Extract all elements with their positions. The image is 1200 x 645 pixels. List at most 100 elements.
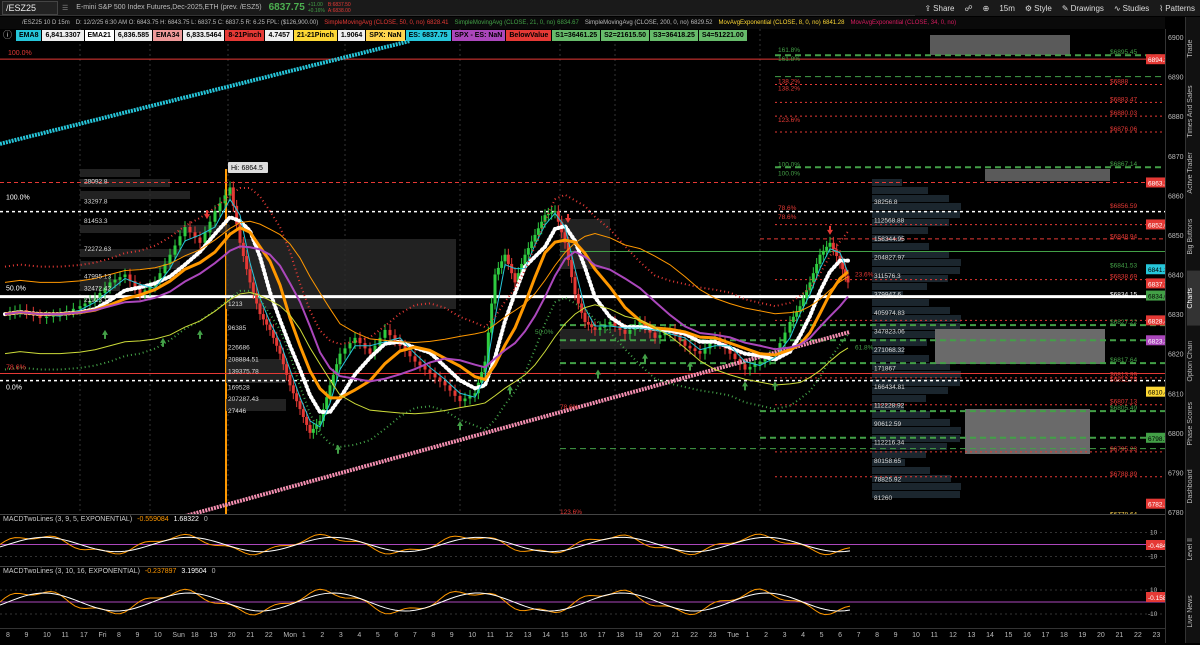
indicator-chip[interactable]: EMA34 [153, 30, 183, 41]
chart-title: /ESZ25 10 D 15m [22, 20, 70, 26]
candle-body [173, 245, 177, 255]
level-label: $6788.89 [1110, 471, 1137, 478]
volume-profile-bar [872, 243, 929, 250]
candle-body [241, 242, 245, 257]
side-tab[interactable]: Option Chain [1187, 334, 1200, 389]
fib-label: 123.6% [778, 117, 800, 124]
price-axis[interactable]: 6900 6890 6880 6870 6860 6850 6840 6830 6820 6810… [1165, 29, 1185, 643]
indicator-chip[interactable]: SPX: NaN [366, 30, 405, 41]
candle-body [510, 263, 514, 274]
candle-body [388, 329, 392, 336]
volume-label: 47995.13 [84, 273, 111, 280]
patterns-button[interactable]: ⌇ Patterns [1154, 4, 1200, 13]
alert-icon[interactable]: ☍ [960, 4, 978, 13]
indicator-chip[interactable]: S3=36418.25 [650, 30, 698, 41]
time-tick: 20 [653, 632, 662, 639]
side-tab[interactable]: Dashboard [1187, 459, 1200, 514]
time-tick: 8 [116, 632, 121, 639]
candle-body [513, 273, 517, 283]
side-tab[interactable]: Live News [1187, 584, 1200, 639]
macd1-value1: -0.559084 [137, 516, 169, 523]
style-icon: ⚙ [1024, 3, 1033, 13]
volume-profile-bar [872, 467, 930, 474]
symbol-input[interactable]: /ESZ25 [2, 0, 58, 15]
info-icon[interactable]: ⓘ [0, 30, 15, 41]
time-tick: 16 [1023, 632, 1031, 639]
volume-label: 21923.13 [84, 297, 111, 304]
indicator-chip[interactable]: BelowValue [506, 30, 552, 41]
indicator-chip[interactable]: S4=51221.00 [698, 30, 747, 41]
volume-profile-bar [80, 225, 230, 233]
candle-body [275, 337, 279, 346]
indicator-chip[interactable]: S2=21615.50 [601, 30, 649, 41]
side-tab[interactable]: Level II [1187, 522, 1200, 577]
indicator-chip[interactable]: EMA8 [16, 30, 42, 41]
drawings-button[interactable]: ✎ Drawings [1057, 4, 1109, 13]
macd-panel-1[interactable]: MACDTwoLines (3, 9, 5, EXPONENTIAL) -0.5… [0, 514, 1170, 565]
time-tick: 8 [875, 632, 880, 639]
candle-body [368, 348, 372, 354]
indicator-chip[interactable]: S1=36461.25 [552, 30, 601, 41]
candle-body [815, 263, 819, 274]
interval-button[interactable]: 15m [994, 4, 1020, 13]
side-tab[interactable]: Big Buttons [1187, 209, 1200, 264]
time-tick: 22 [264, 632, 273, 639]
candle-body [311, 428, 315, 433]
level-label: $6812.75 [1110, 376, 1137, 383]
candle-body [443, 381, 447, 386]
indicator-chip[interactable]: EMA21 [84, 30, 114, 41]
side-tab[interactable]: Charts [1187, 271, 1200, 326]
level-label: $6827.22 [1110, 319, 1137, 326]
candle-body [653, 332, 657, 338]
macd2-value1: -0.237897 [144, 568, 177, 575]
style-button[interactable]: ⚙ Style [1020, 4, 1057, 13]
level-label: $6817.64 [1110, 357, 1137, 364]
indicator-chip[interactable]: SPX - ES: NaN [451, 30, 506, 41]
trendline-upper [0, 39, 411, 146]
price-chart-svg[interactable]: 100.0% 50.0% 78.6% 0.0% 100.0% Hi: 6864.5 2809… [0, 29, 1172, 570]
time-tick: 21 [246, 632, 255, 639]
side-tab[interactable]: Active Trader [1187, 146, 1200, 201]
price-tick: 6890 [1168, 75, 1184, 82]
volume-profile-bar [872, 395, 926, 402]
macd-panel-2[interactable]: MACDTwoLines (3, 10, 16, EXPONENTIAL) -0… [0, 566, 1170, 628]
side-tab[interactable]: Trade [1187, 21, 1200, 76]
indicator-bar: ⓘ EMA8 6,841.3307 EMA21 6,836.585 EMA34 6,833… [0, 30, 747, 41]
chart-settings-icon[interactable]: ☰ [58, 4, 72, 12]
buy-signal-arrow [102, 329, 108, 339]
candle-body [458, 395, 462, 402]
candle-body [818, 254, 822, 264]
side-tab[interactable]: Phase Scores [1187, 397, 1200, 452]
candle-body [811, 273, 815, 283]
volume-label: 169528 [228, 384, 250, 391]
time-tick: 17 [79, 632, 88, 639]
indicator-value: 6,841.3307 [42, 30, 84, 41]
indicator-chip[interactable]: 21-21Pinch [293, 30, 337, 41]
studies-button[interactable]: ∿ Studies [1109, 4, 1154, 13]
time-tick: 14 [986, 632, 994, 639]
indicator-chip[interactable]: 8-21Pinch [225, 30, 265, 41]
volume-profile-bar [872, 187, 928, 194]
time-tick: 21 [1115, 632, 1124, 639]
level-label: 161.8% [778, 47, 800, 54]
time-tick: 10 [42, 632, 51, 639]
candle-body [821, 250, 825, 255]
time-tick: 22 [1134, 632, 1142, 639]
share-button[interactable]: ⇪ Share [919, 4, 959, 13]
time-axis[interactable]: 8 9 10 11 17 Fri 8 9 10 Sun 18 19 20 21 22 Mon 1 2 3 4 5 6 7 8 9… [0, 628, 1165, 643]
demand-zone [965, 409, 1090, 454]
lock-icon[interactable]: ⊕ [978, 4, 995, 13]
price-tick: 6830 [1168, 312, 1184, 319]
sma50-value: 6828.41 [426, 20, 449, 26]
candle-body [348, 343, 352, 349]
price-chart[interactable]: 100.0% 50.0% 78.6% 0.0% 100.0% Hi: 6864.5 2809… [0, 29, 1172, 570]
indicator-chip[interactable]: ES: 6837.75 [405, 30, 451, 41]
volume-label: 72272.63 [84, 246, 111, 253]
buy-signal-arrow [160, 337, 166, 347]
ohlc-readout: D: 12/2/25 6:30 AM O: 6843.75 H: 6843.75… [75, 20, 319, 26]
fib-100-label: 100.0% [6, 194, 30, 201]
volume-label: 311576.3 [874, 273, 901, 280]
candle-body [338, 353, 342, 365]
candle-body [178, 236, 182, 246]
side-tab[interactable]: Times And Sales [1187, 84, 1200, 139]
